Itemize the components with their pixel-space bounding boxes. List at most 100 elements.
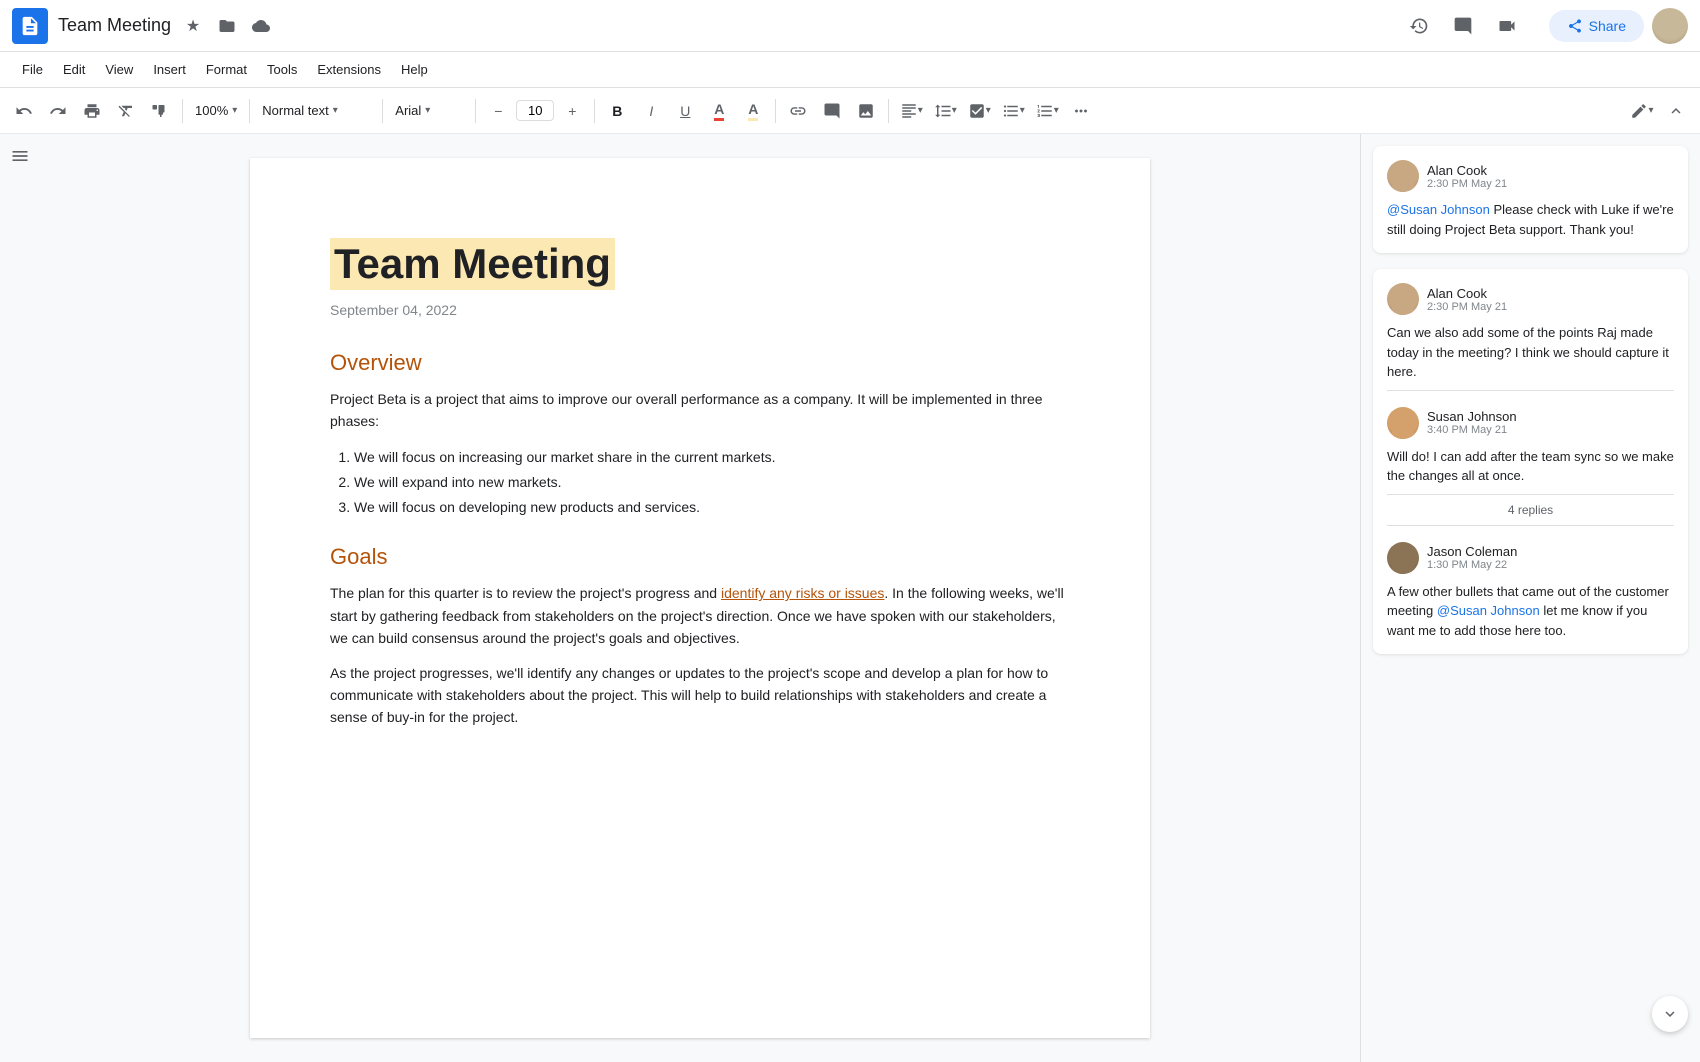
app-icon[interactable] — [12, 8, 48, 44]
paint-format-button[interactable] — [144, 95, 176, 127]
menu-help[interactable]: Help — [391, 58, 438, 81]
font-size-increase[interactable]: + — [556, 95, 588, 127]
user-avatar[interactable] — [1652, 8, 1688, 44]
reply-text-1: Will do! I can add after the team sync s… — [1387, 447, 1674, 486]
clear-format-button[interactable] — [110, 95, 142, 127]
share-button[interactable]: Share — [1549, 10, 1644, 42]
reply-author-2: Jason Coleman — [1427, 544, 1674, 559]
comment-card-2: Alan Cook 2:30 PM May 21 Can we also add… — [1373, 269, 1688, 654]
toolbar: 100% ▾ Normal text ▾ Arial ▾ − + B I U A… — [0, 88, 1700, 134]
reply-meta-1: Susan Johnson 3:40 PM May 21 — [1427, 409, 1674, 436]
meet-button[interactable] — [1489, 8, 1525, 44]
line-spacing-button[interactable]: ▾ — [929, 95, 961, 127]
goals-paragraph-1: The plan for this quarter is to review t… — [330, 582, 1070, 649]
numbered-list-button[interactable]: ▾ — [1031, 95, 1063, 127]
comment-card-1: Alan Cook 2:30 PM May 21 @Susan Johnson … — [1373, 146, 1688, 253]
edit-mode-button[interactable]: ▾ — [1626, 95, 1658, 127]
reply-header-2: Jason Coleman 1:30 PM May 22 — [1387, 542, 1674, 574]
collapse-button[interactable] — [1660, 95, 1692, 127]
comment-time-1: 2:30 PM May 21 — [1427, 178, 1674, 190]
comments-button[interactable] — [1445, 8, 1481, 44]
comment-divider-3 — [1387, 525, 1674, 526]
title-icons: ★ — [179, 12, 275, 40]
comment-time-2: 2:30 PM May 21 — [1427, 301, 1674, 313]
insert-image-button[interactable] — [850, 95, 882, 127]
share-label: Share — [1589, 18, 1626, 34]
toolbar-divider-7 — [888, 99, 889, 123]
menu-extensions[interactable]: Extensions — [307, 58, 391, 81]
bullet-list-button[interactable]: ▾ — [997, 95, 1029, 127]
comment-text-1: @Susan Johnson Please check with Luke if… — [1387, 200, 1674, 239]
underline-button[interactable]: U — [669, 95, 701, 127]
menu-insert[interactable]: Insert — [143, 58, 196, 81]
style-select[interactable]: Normal text ▾ — [256, 101, 376, 120]
toolbar-divider-4 — [475, 99, 476, 123]
replies-count[interactable]: 4 replies — [1387, 503, 1674, 517]
history-button[interactable] — [1401, 8, 1437, 44]
bold-button[interactable]: B — [601, 95, 633, 127]
menu-view[interactable]: View — [95, 58, 143, 81]
title-bar: Team Meeting ★ Share — [0, 0, 1700, 52]
comments-panel: Alan Cook 2:30 PM May 21 @Susan Johnson … — [1360, 134, 1700, 1062]
list-item-2: We will expand into new markets. — [354, 470, 1070, 495]
list-item-1: We will focus on increasing our market s… — [354, 445, 1070, 470]
undo-button[interactable] — [8, 95, 40, 127]
highlighted-text: identify any risks or issues — [721, 585, 884, 601]
text-color-button[interactable]: A — [703, 95, 735, 127]
document-area: Team Meeting September 04, 2022 Overview… — [40, 134, 1360, 1062]
menu-tools[interactable]: Tools — [257, 58, 307, 81]
add-comment-button[interactable] — [816, 95, 848, 127]
toolbar-divider-2 — [249, 99, 250, 123]
checklist-button[interactable]: ▾ — [963, 95, 995, 127]
main-layout: Team Meeting September 04, 2022 Overview… — [0, 134, 1700, 1062]
font-select[interactable]: Arial ▾ — [389, 101, 469, 120]
reply-avatar-susan — [1387, 407, 1419, 439]
reply-time-2: 1:30 PM May 22 — [1427, 559, 1674, 571]
scroll-to-bottom-button[interactable] — [1652, 996, 1688, 1032]
list-item-3: We will focus on developing new products… — [354, 495, 1070, 520]
comment-text-2: Can we also add some of the points Raj m… — [1387, 323, 1674, 382]
toolbar-divider-3 — [382, 99, 383, 123]
overview-heading: Overview — [330, 350, 1070, 376]
reply-time-1: 3:40 PM May 21 — [1427, 424, 1674, 436]
reply-header-1: Susan Johnson 3:40 PM May 21 — [1387, 407, 1674, 439]
comment-author-2: Alan Cook — [1427, 286, 1674, 301]
right-actions: Share — [1401, 8, 1688, 44]
reply-card-2: Jason Coleman 1:30 PM May 22 A few other… — [1387, 534, 1674, 641]
font-size-input[interactable] — [516, 100, 554, 121]
comment-header-1: Alan Cook 2:30 PM May 21 — [1387, 160, 1674, 192]
reply-author-1: Susan Johnson — [1427, 409, 1674, 424]
toolbar-divider-1 — [182, 99, 183, 123]
redo-button[interactable] — [42, 95, 74, 127]
insert-link-button[interactable] — [782, 95, 814, 127]
comment-divider-1 — [1387, 390, 1674, 391]
toolbar-divider-6 — [775, 99, 776, 123]
comment-header-2: Alan Cook 2:30 PM May 21 — [1387, 283, 1674, 315]
align-button[interactable]: ▾ — [895, 95, 927, 127]
zoom-select[interactable]: 100% ▾ — [189, 101, 243, 120]
sidebar-toggle[interactable] — [0, 134, 40, 1062]
comment-divider-2 — [1387, 494, 1674, 495]
document-date: September 04, 2022 — [330, 302, 1070, 318]
cloud-button[interactable] — [247, 12, 275, 40]
toolbar-divider-5 — [594, 99, 595, 123]
comment-meta-1: Alan Cook 2:30 PM May 21 — [1427, 163, 1674, 190]
comment-author-1: Alan Cook — [1427, 163, 1674, 178]
drive-button[interactable] — [213, 12, 241, 40]
menu-format[interactable]: Format — [196, 58, 257, 81]
font-size-decrease[interactable]: − — [482, 95, 514, 127]
menu-file[interactable]: File — [12, 58, 53, 81]
star-button[interactable]: ★ — [179, 12, 207, 40]
document-page: Team Meeting September 04, 2022 Overview… — [250, 158, 1150, 1038]
highlight-color-button[interactable]: A — [737, 95, 769, 127]
italic-button[interactable]: I — [635, 95, 667, 127]
reply-avatar-jason — [1387, 542, 1419, 574]
reply-meta-2: Jason Coleman 1:30 PM May 22 — [1427, 544, 1674, 571]
comment-meta-2: Alan Cook 2:30 PM May 21 — [1427, 286, 1674, 313]
print-button[interactable] — [76, 95, 108, 127]
overview-paragraph: Project Beta is a project that aims to i… — [330, 388, 1070, 433]
document-title: Team Meeting — [58, 15, 171, 36]
menu-edit[interactable]: Edit — [53, 58, 95, 81]
more-options-button[interactable] — [1065, 95, 1097, 127]
goals-paragraph-2: As the project progresses, we'll identif… — [330, 662, 1070, 729]
